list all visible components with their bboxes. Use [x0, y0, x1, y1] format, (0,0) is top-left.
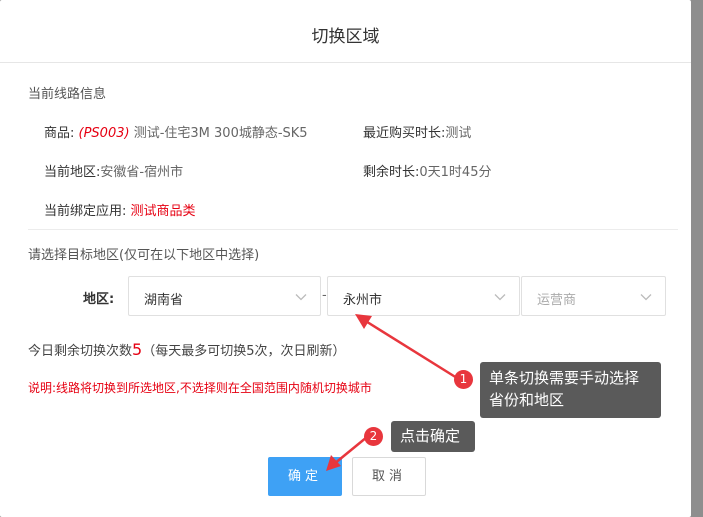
switch-region-dialog: 切换区域 当前线路信息 商品: (PS003) 测试-住宅3M 300城静态-S…	[0, 0, 691, 517]
product-name: 测试-住宅3M 300城静态-SK5	[129, 126, 308, 141]
current-line-section-title: 当前线路信息	[28, 87, 107, 102]
confirm-button[interactable]: 确定	[268, 457, 342, 496]
current-region-value: 安徽省-宿州市	[100, 165, 184, 180]
remaining-switches: 今日剩余切换次数5（每天最多可切换5次，次日刷新）	[28, 340, 345, 359]
chevron-down-icon	[494, 294, 506, 301]
province-select-value: 湖南省	[144, 293, 184, 308]
region-label: 地区:	[83, 292, 115, 307]
title-divider	[0, 62, 691, 63]
remaining-time-value: 0天1时45分	[419, 165, 492, 180]
bound-app-label: 当前绑定应用:	[44, 204, 131, 219]
annotation-tip-2: 点击确定	[391, 421, 475, 452]
remaining-suffix: （每天最多可切换5次，次日刷新）	[142, 344, 346, 359]
product-code: (PS003)	[78, 126, 130, 141]
remaining-count: 5	[132, 340, 143, 359]
annotation-badge-2: 2	[364, 427, 383, 446]
product-info: 商品: (PS003) 测试-住宅3M 300城静态-SK5	[44, 122, 308, 141]
province-select[interactable]: 湖南省	[128, 276, 321, 316]
remaining-time-label: 剩余时长:	[363, 165, 420, 180]
target-region-section-title: 请选择目标地区(仅可在以下地区中选择)	[28, 248, 260, 263]
chevron-down-icon	[640, 294, 652, 301]
recent-duration-value: 测试	[445, 126, 472, 141]
annotation-tip-1: 单条切换需要手动选择 省份和地区	[480, 362, 661, 418]
bound-app-info: 当前绑定应用: 测试商品类	[44, 200, 196, 219]
switch-note: 说明:线路将切换到所选地区,不选择则在全国范围内随机切换城市	[28, 381, 372, 395]
recent-duration-info: 最近购买时长:测试	[363, 122, 471, 141]
region-separator: -	[322, 288, 327, 303]
annotation-tip-1-line2: 省份和地区	[489, 391, 565, 409]
remaining-time-info: 剩余时长:0天1时45分	[363, 161, 491, 180]
city-select[interactable]: 永州市	[327, 276, 520, 316]
annotation-badge-1: 1	[454, 370, 473, 389]
city-select-value: 永州市	[343, 293, 383, 308]
cancel-button[interactable]: 取消	[352, 457, 426, 496]
recent-duration-label: 最近购买时长:	[363, 126, 446, 141]
operator-select-placeholder: 运营商	[537, 293, 577, 308]
current-region-info: 当前地区:安徽省-宿州市	[44, 161, 183, 180]
chevron-down-icon	[295, 294, 307, 301]
remaining-prefix: 今日剩余切换次数	[28, 344, 133, 359]
operator-select[interactable]: 运营商	[521, 276, 666, 316]
product-label: 商品:	[44, 126, 79, 141]
current-region-label: 当前地区:	[44, 165, 101, 180]
annotation-tip-1-line1: 单条切换需要手动选择	[489, 369, 640, 387]
section-divider	[28, 229, 678, 230]
dialog-title: 切换区域	[311, 27, 380, 47]
bound-app-value: 测试商品类	[130, 204, 196, 219]
